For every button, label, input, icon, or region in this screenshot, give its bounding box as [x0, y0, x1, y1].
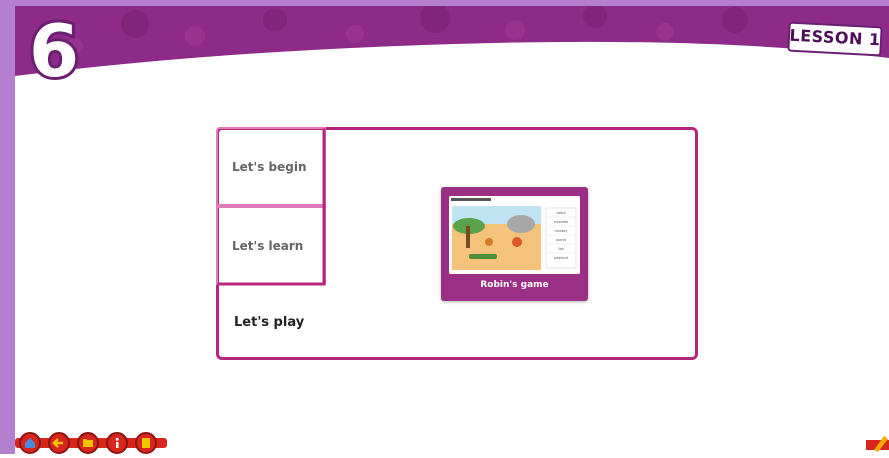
unit-number-badge: 6 [26, 12, 82, 88]
thumbnail-word: parrot [556, 238, 566, 242]
thumbnail-word: monkey [555, 229, 568, 233]
lesson-badge: LESSON 1 [787, 21, 883, 57]
menu-item-lets-learn[interactable]: Let's learn [216, 206, 326, 285]
menu-item-label: Let's play [234, 315, 305, 330]
thumbnail-word: crocodile [554, 220, 568, 224]
unit-number: 6 [29, 12, 79, 88]
info-icon[interactable] [106, 432, 128, 454]
thumbnail-word: zebra [557, 211, 566, 215]
home-icon[interactable] [19, 432, 41, 454]
left-side-strip [0, 0, 15, 454]
thumbnail-word: elephant [554, 256, 569, 260]
thumbnail-word: lion [558, 247, 564, 251]
game-thumbnail-image: zebra crocodile monkey parrot lion eleph… [449, 196, 580, 274]
back-arrow-icon[interactable] [48, 432, 70, 454]
menu-item-lets-begin[interactable]: Let's begin [216, 127, 326, 206]
pencil-icon [866, 436, 889, 452]
game-card-robins-game[interactable]: zebra crocodile monkey parrot lion eleph… [441, 187, 588, 301]
game-thumbnail: zebra crocodile monkey parrot lion eleph… [449, 196, 580, 274]
menu-item-label: Let's begin [232, 159, 307, 174]
folder-icon[interactable] [77, 432, 99, 454]
game-card-title: Robin's game [480, 280, 549, 290]
bottom-toolbar [15, 428, 175, 454]
notebook-icon[interactable] [135, 432, 157, 454]
pencil-tool[interactable] [866, 428, 889, 454]
header-banner [15, 6, 889, 76]
menu-item-label: Let's learn [232, 238, 304, 253]
menu-item-lets-play[interactable]: Let's play [216, 285, 326, 360]
